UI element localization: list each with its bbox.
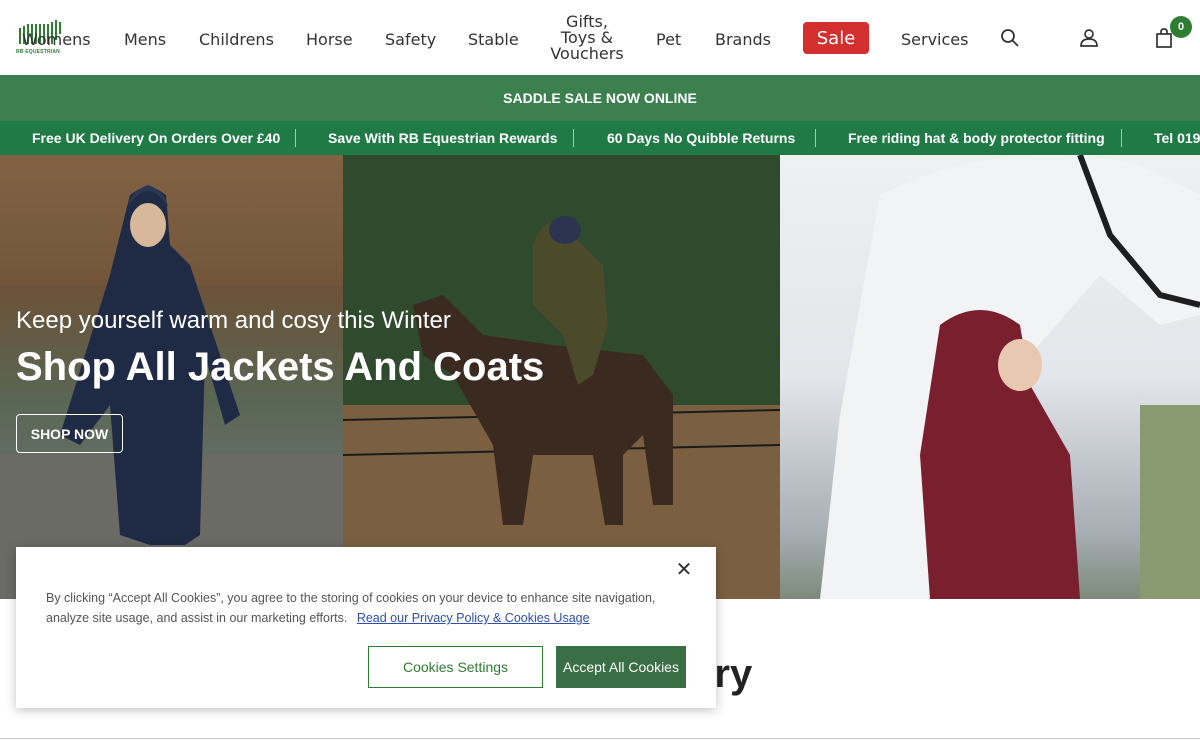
usp-item: Save With RB Equestrian Rewards: [328, 130, 558, 146]
nav-childrens[interactable]: Childrens: [199, 30, 274, 49]
close-icon[interactable]: ✕: [674, 557, 694, 581]
promo-banner[interactable]: SADDLE SALE NOW ONLINE: [0, 75, 1200, 121]
hero-image-child-grey-horse: [780, 155, 1200, 599]
promo-banner-text: SADDLE SALE NOW ONLINE: [503, 90, 697, 106]
search-icon[interactable]: [1000, 28, 1020, 53]
nav-pet[interactable]: Pet: [656, 30, 681, 49]
nav-mens[interactable]: Mens: [124, 30, 166, 49]
nav-sale-button[interactable]: Sale: [803, 22, 869, 54]
nav-brands[interactable]: Brands: [715, 30, 771, 49]
cart-count-badge: 0: [1170, 16, 1192, 38]
usp-divider: [573, 129, 574, 147]
shop-now-button[interactable]: SHOP NOW: [16, 414, 123, 453]
privacy-policy-link[interactable]: Read our Privacy Policy & Cookies Usage: [357, 611, 590, 625]
usp-item: Tel 019: [1154, 130, 1200, 146]
cookie-consent-banner: ✕ By clicking “Accept All Cookies”, you …: [16, 547, 716, 708]
nav-gifts-line-3: Vouchers: [550, 44, 624, 63]
nav-stable[interactable]: Stable: [468, 30, 519, 49]
usp-item: Free UK Delivery On Orders Over £40: [32, 130, 281, 146]
usp-item: 60 Days No Quibble Returns: [607, 130, 796, 146]
hero-subtitle: Keep yourself warm and cosy this Winter: [16, 307, 451, 334]
nav-gifts-toys-vouchers[interactable]: Gifts, Toys & Vouchers: [546, 14, 628, 62]
site-header: RB EQUESTRIAN Womens Mens Childrens Hors…: [0, 0, 1200, 75]
nav-womens[interactable]: Womens: [22, 30, 91, 49]
usp-divider: [295, 129, 296, 147]
nav-horse[interactable]: Horse: [306, 30, 353, 49]
hero-illustration-3: [820, 155, 1200, 599]
cookie-consent-text: By clicking “Accept All Cookies”, you ag…: [46, 588, 686, 628]
account-icon[interactable]: [1079, 28, 1099, 53]
hero-banner[interactable]: Keep yourself warm and cosy this Winter …: [0, 155, 1200, 599]
usp-divider: [815, 129, 816, 147]
accept-all-cookies-button[interactable]: Accept All Cookies: [556, 646, 686, 688]
hero-title: Shop All Jackets And Coats: [16, 345, 545, 389]
usp-strip: Free UK Delivery On Orders Over £40 Save…: [0, 121, 1200, 155]
divider: [0, 738, 1200, 739]
nav-safety[interactable]: Safety: [385, 30, 436, 49]
logo-text: RB EQUESTRIAN: [16, 49, 60, 55]
cookies-settings-button[interactable]: Cookies Settings: [368, 646, 543, 688]
usp-divider: [1121, 129, 1122, 147]
usp-item: Free riding hat & body protector fitting: [848, 130, 1105, 146]
nav-services[interactable]: Services: [901, 30, 968, 49]
